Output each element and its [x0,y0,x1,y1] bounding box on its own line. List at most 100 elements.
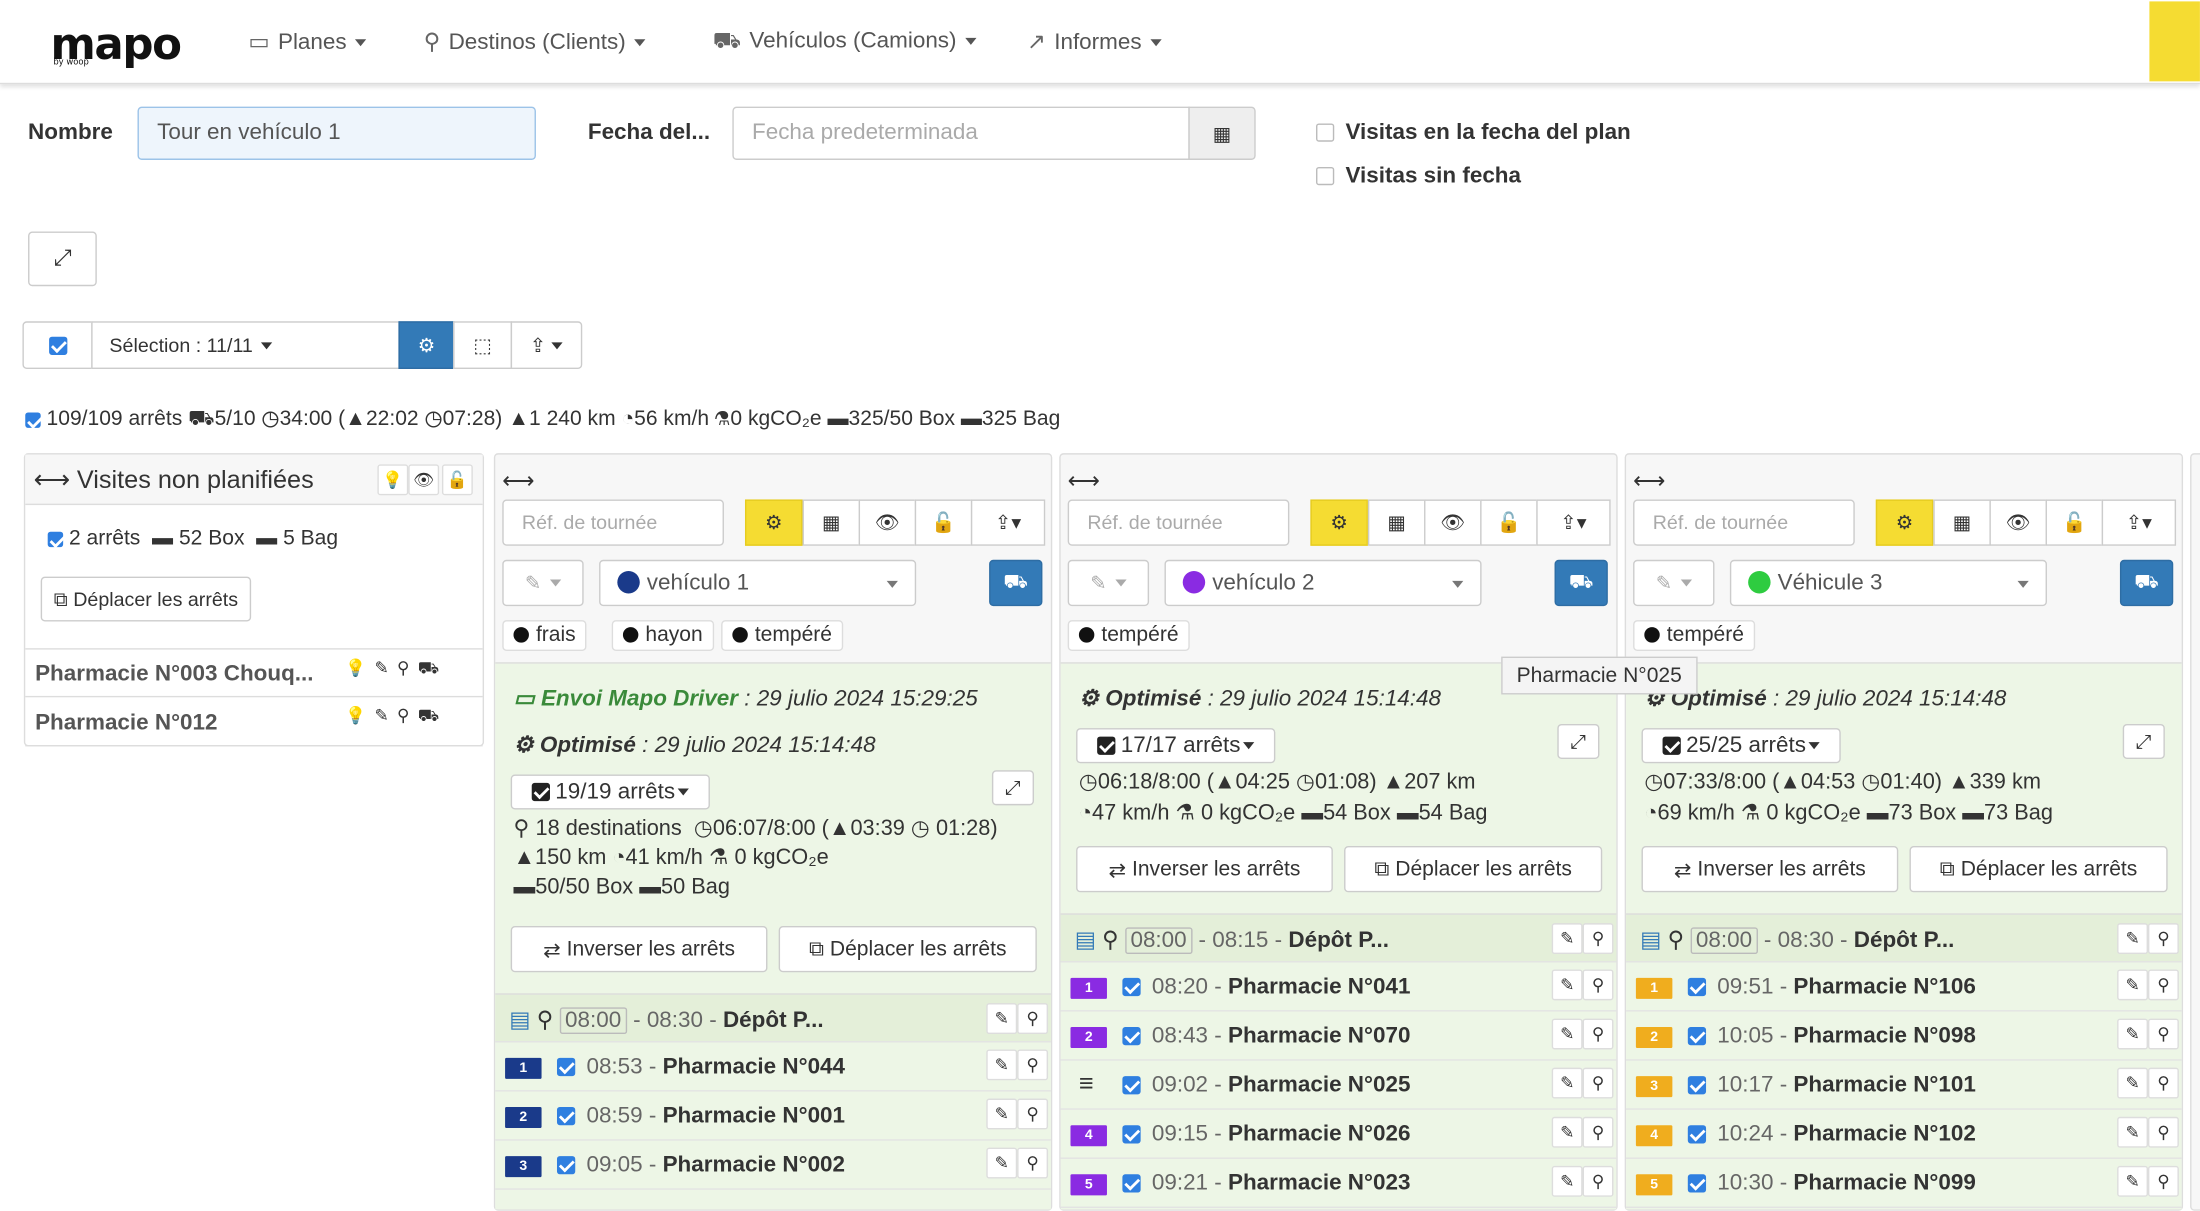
edit-button[interactable]: ✎ [2117,923,2148,955]
edit-button[interactable]: ✎ [2117,1116,2148,1148]
eye-button[interactable]: 👁 [1424,499,1482,546]
nav-informes[interactable]: ↗ Informes [1027,28,1162,56]
stop-row[interactable]: 2 08:59 - Pharmacie N°001 ✎ ⚲ [495,1092,1051,1141]
locate-button[interactable]: ⚲ [1582,1067,1614,1099]
locate-button[interactable]: ⚲ [1582,923,1614,955]
stop-checkbox[interactable] [1687,975,1707,1000]
color-picker-button[interactable]: ✎ [502,559,584,607]
calendar-button[interactable]: ▦ [1933,499,1991,546]
locate-button[interactable]: ⚲ [1017,1147,1049,1179]
invert-stops-button[interactable]: ⇄ Inverser les arrêts [510,925,768,973]
edit-button[interactable]: ✎ [1551,1067,1583,1099]
collapse-handle-icon[interactable]: ⟷ [502,467,534,495]
stop-checkbox[interactable] [556,1153,576,1178]
settings-button[interactable]: ⚙ [1310,499,1368,546]
move-stops-button[interactable]: ⧉ Déplacer les arrêts [1909,846,2168,893]
invert-stops-button[interactable]: ⇄ Inverser les arrêts [1076,846,1333,893]
edit-button[interactable]: ✎ [2117,1165,2148,1197]
export-button[interactable]: ⇪▾ [2101,499,2177,546]
edit-button[interactable]: ✎ [2117,1018,2148,1050]
vehicle-action-button[interactable]: ⛟ [1554,559,1608,607]
expand-route-button[interactable]: ⤢ [1557,723,1600,760]
unlock-button[interactable]: 🔓 [441,464,473,496]
vehicle-select[interactable]: Véhicule 3 [1729,559,2047,607]
depot-row[interactable]: ▤ ⚲ 08:00 - 08:30 - Dépôt P... ✎ ⚲ [1626,913,2182,963]
selection-dropdown[interactable]: Sélection : 11/11 [91,321,400,369]
export-button[interactable]: ⇪▾ [970,499,1046,546]
route-ref-input[interactable]: Réf. de tournée [502,499,724,546]
locate-button[interactable]: ⚲ [1017,1049,1049,1081]
chk-visits-plan-date[interactable]: Visitas en la fecha del plan [1316,121,1631,146]
locate-button[interactable]: ⚲ [2147,923,2179,955]
stops-dropdown[interactable]: 17/17 arrêts [1076,728,1276,764]
stop-checkbox[interactable] [1687,1122,1707,1147]
settings-button[interactable]: ⚙ [1875,499,1934,546]
stop-row[interactable]: 5 10:30 - Pharmacie N°099 ✎ ⚲ [1626,1159,2182,1208]
settings-button[interactable]: ⚙ [744,499,803,546]
collapse-handle-icon[interactable]: ⟷ [1633,467,1665,495]
locate-button[interactable]: ⚲ [1582,1116,1614,1148]
stop-checkbox[interactable] [556,1055,576,1080]
nav-destinos[interactable]: ⚲ Destinos (Clients) [424,28,646,56]
edit-button[interactable]: ✎ [2117,1067,2148,1099]
vehicle-action-button[interactable]: ⛟ [989,559,1043,607]
export-dropdown[interactable]: ⇪ [510,321,583,369]
route-ref-input[interactable]: Réf. de tournée [1067,499,1290,546]
move-stops-button[interactable]: ⧉ Déplacer les arrêts [778,925,1037,973]
nav-vehiculos[interactable]: ⛟ Vehículos (Camions) [713,28,977,56]
select-area-button[interactable]: ⬚ [453,321,513,369]
eye-button[interactable]: 👁 [1989,499,2047,546]
optimize-button[interactable]: ⚙ [398,321,455,369]
locate-button[interactable]: ⚲ [2147,1165,2179,1197]
unlock-button[interactable]: 🔓 [2045,499,2104,546]
name-input[interactable]: Tour en vehículo 1 [137,106,536,160]
stop-row[interactable]: 1 09:51 - Pharmacie N°106 ✎ ⚲ [1626,962,2182,1012]
edit-button[interactable]: ✎ [1551,1165,1583,1197]
collapse-handle-icon[interactable]: ⟷ [1068,467,1100,495]
stop-checkbox[interactable] [1122,1024,1141,1049]
move-stops-button[interactable]: ⧉ Déplacer les arrêts [1344,846,1603,893]
calendar-button[interactable]: ▦ [1367,499,1426,546]
stop-checkbox[interactable] [1122,975,1141,1000]
date-input[interactable]: Fecha predeterminada [732,106,1190,160]
stop-checkbox[interactable] [1122,1122,1141,1147]
stop-row[interactable]: 5 09:21 - Pharmacie N°023 ✎ ⚲ [1060,1159,1617,1208]
color-picker-button[interactable]: ✎ [1633,559,1715,607]
route-ref-input[interactable]: Réf. de tournée [1633,499,1855,546]
edit-button[interactable]: ✎ [1551,1116,1583,1148]
stop-checkbox[interactable] [1687,1172,1707,1197]
unplanned-move-button[interactable]: ⧉ Déplacer les arrêts [40,576,252,622]
vehicle-action-button[interactable]: ⛟ [2119,559,2174,607]
stop-checkbox[interactable] [1687,1073,1707,1098]
stop-row[interactable]: 1 08:53 - Pharmacie N°044 ✎ ⚲ [495,1042,1051,1092]
locate-button[interactable]: ⚲ [1582,1165,1614,1197]
color-picker-button[interactable]: ✎ [1067,559,1150,607]
export-button[interactable]: ⇪▾ [1536,499,1611,546]
edit-button[interactable]: ✎ [986,1003,1018,1035]
edit-button[interactable]: ✎ [1551,1018,1583,1050]
stop-row[interactable]: 3 10:17 - Pharmacie N°101 ✎ ⚲ [1626,1061,2182,1110]
chk-visits-no-date[interactable]: Visitas sin fecha [1316,164,1521,189]
edit-button[interactable]: ✎ [986,1049,1018,1081]
edit-button[interactable]: ✎ [986,1098,1018,1130]
invert-stops-button[interactable]: ⇄ Inverser les arrêts [1641,846,1899,893]
stop-row[interactable]: 4 10:24 - Pharmacie N°102 ✎ ⚲ [1626,1110,2182,1159]
unplanned-item[interactable]: Pharmacie N°012 💡✎⚲⛟ [25,697,483,747]
stop-checkbox[interactable] [1687,1024,1707,1049]
edit-button[interactable]: ✎ [1551,969,1583,1001]
drag-handle-icon[interactable]: ≡ [1079,1069,1094,1098]
edit-button[interactable]: ✎ [1551,923,1583,955]
help-button[interactable] [2149,1,2200,82]
logo[interactable]: mapo by woop [51,20,182,71]
stop-row[interactable]: 2 10:05 - Pharmacie N°098 ✎ ⚲ [1626,1012,2182,1061]
calendar-button[interactable]: ▦ [802,499,861,546]
stops-dropdown[interactable]: 19/19 arrêts [510,774,710,810]
locate-button[interactable]: ⚲ [1017,1003,1049,1035]
vehicle-select[interactable]: vehículo 2 [1164,559,1482,607]
bulb-button[interactable]: 💡 [377,464,409,496]
stop-row[interactable]: ≡ 09:02 - Pharmacie N°025 ✎ ⚲ [1060,1061,1617,1110]
stop-checkbox[interactable] [1122,1172,1141,1197]
locate-button[interactable]: ⚲ [2147,969,2179,1001]
unlock-button[interactable]: 🔓 [914,499,973,546]
unlock-button[interactable]: 🔓 [1480,499,1538,546]
